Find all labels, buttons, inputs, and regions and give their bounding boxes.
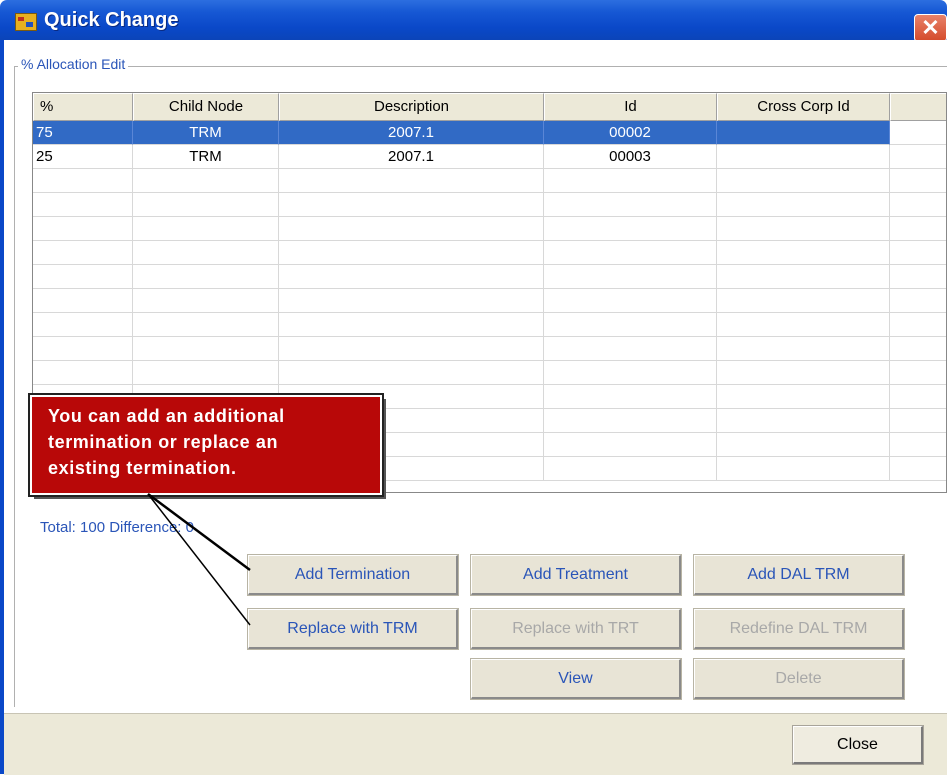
callout-pointer-arrows [147,492,251,626]
